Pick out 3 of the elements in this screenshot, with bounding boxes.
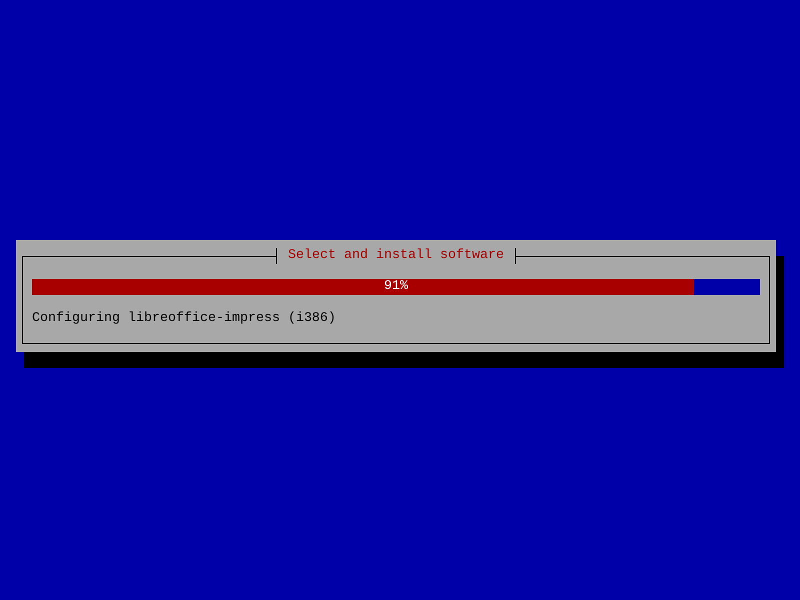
status-text: Configuring libreoffice-impress (i386) — [32, 311, 337, 327]
dialog-title: Select and install software — [276, 248, 516, 264]
progress-percent: 91% — [384, 279, 408, 295]
